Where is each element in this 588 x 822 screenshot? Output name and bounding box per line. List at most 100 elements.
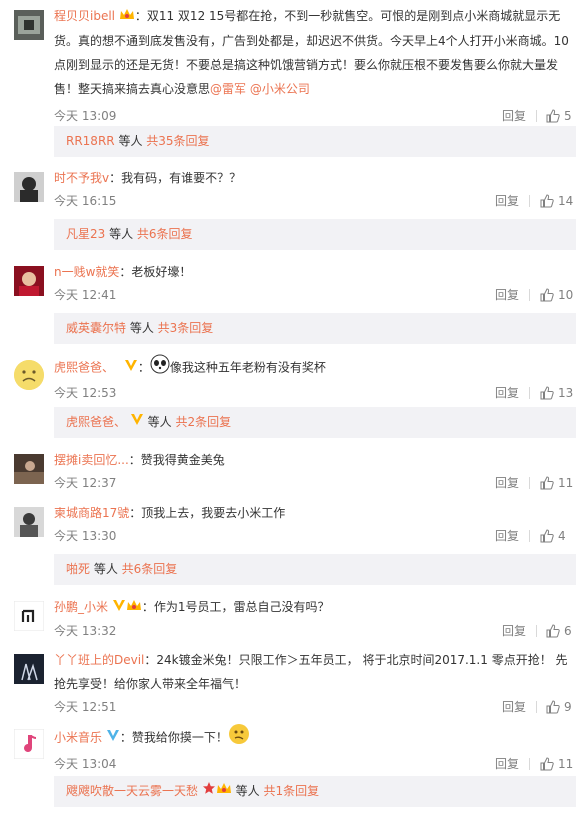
avatar[interactable] [14, 601, 44, 631]
thumbs-up-icon [540, 288, 554, 302]
avatar[interactable] [14, 10, 44, 40]
like-button[interactable]: 4 [540, 525, 566, 547]
reply-button[interactable]: 回复 [495, 753, 519, 775]
like-count: 9 [564, 700, 572, 714]
comment-text: 程贝贝ibell ：双11 双12 15号都在抢，不到一秒就售空。可恨的是刚到点… [54, 4, 576, 101]
username-link[interactable]: n一贱w就笑 [54, 265, 119, 279]
username-link[interactable]: 小米音乐 [54, 731, 102, 745]
reply-button[interactable]: 回复 [502, 696, 526, 718]
sub-replies[interactable]: 飕飕吹散一天云雾一天愁 等人 共1条回复 [54, 776, 576, 807]
comment-time: 今天 16:15 [54, 194, 117, 208]
avatar[interactable] [14, 266, 44, 296]
like-button[interactable]: 10 [540, 284, 573, 306]
like-button[interactable]: 11 [540, 753, 573, 775]
sub-replies[interactable]: 威英囊尔特 等人 共3条回复 [54, 313, 576, 344]
avatar[interactable] [14, 172, 44, 202]
sub-reply-count[interactable]: 共3条回复 [158, 321, 214, 335]
avatar-image [14, 454, 44, 484]
mention-link[interactable]: @小米公司 [250, 82, 310, 96]
sub-reply-count[interactable]: 共6条回复 [122, 562, 178, 576]
divider [529, 387, 530, 399]
comment-text: 虎熙爸爸、 ： 像我这种五年老粉有没有奖杯 [54, 354, 576, 382]
like-button[interactable]: 6 [546, 620, 572, 642]
sub-replies[interactable]: 虎熙爸爸、 等人 共2条回复 [54, 407, 576, 438]
comment-body: ：老板好壕！ [119, 265, 192, 279]
divider [529, 289, 530, 301]
divider [529, 477, 530, 489]
reply-button[interactable]: 回复 [495, 382, 519, 404]
verified-v-icon [106, 726, 120, 750]
like-button[interactable]: 13 [540, 382, 573, 404]
sub-replies[interactable]: 啪死 等人 共6条回复 [54, 554, 576, 585]
sub-reply-count[interactable]: 共6条回复 [137, 227, 193, 241]
reply-button[interactable]: 回复 [495, 190, 519, 212]
reply-button[interactable]: 回复 [502, 620, 526, 642]
comment-text: 摆摊i卖回忆...：赞我得黄金美兔 [54, 448, 576, 472]
like-count: 10 [558, 288, 574, 302]
comment-text: 丫丫班上的Devil：24k镀金米兔！只限工作＞五年员工， 将于北京时间2017… [54, 648, 576, 696]
username-link[interactable]: 孙鹏_小米 [54, 600, 108, 614]
sub-reply-mid: 等人 [90, 562, 122, 576]
username-link[interactable]: 柬城商路17號 [54, 506, 129, 520]
sub-reply-user[interactable]: 威英囊尔特 [66, 321, 126, 335]
username-link[interactable]: 摆摊i卖回忆... [54, 453, 129, 467]
star-badge-icon [202, 776, 216, 807]
sub-reply-user[interactable]: 凡星23 [66, 227, 105, 241]
verified-v-icon [130, 407, 144, 438]
sub-replies[interactable]: RR18RR 等人 共35条回复 [54, 126, 576, 157]
username-link[interactable]: 时不予我v [54, 171, 109, 185]
thumbs-up-icon [540, 476, 554, 490]
like-count: 6 [564, 623, 572, 638]
sub-reply-mid: 等人 [105, 227, 137, 241]
sub-reply-count[interactable]: 共35条回复 [146, 134, 209, 148]
sub-reply-user[interactable]: RR18RR [66, 134, 115, 148]
sub-reply-count[interactable]: 共2条回复 [175, 415, 231, 429]
sub-reply-user[interactable]: 虎熙爸爸、 [66, 415, 126, 429]
avatar[interactable] [14, 729, 44, 759]
like-button[interactable]: 14 [540, 190, 573, 212]
avatar[interactable] [14, 507, 44, 537]
divider [536, 701, 537, 713]
comment-body: ：赞我给你摸一下！ [119, 730, 228, 745]
mi-logo-avatar [14, 601, 44, 631]
music-note-avatar [14, 729, 44, 759]
mention-link[interactable]: @雷军 [210, 82, 246, 96]
comment-text: 柬城商路17號：顶我上去，我要去小米工作 [54, 501, 576, 525]
sub-reply-count[interactable]: 共1条回复 [263, 784, 319, 798]
reply-button[interactable]: 回复 [502, 105, 526, 127]
sub-reply-user[interactable]: 啪死 [66, 562, 90, 576]
thumbs-up-icon [546, 108, 560, 122]
thumbs-up-icon [540, 529, 554, 543]
username-link[interactable]: 丫丫班上的Devil [54, 653, 144, 667]
like-button[interactable]: 11 [540, 472, 573, 494]
username-link[interactable]: 虎熙爸爸、 [54, 361, 114, 375]
avatar-image [14, 654, 44, 684]
sub-reply-mid: 等人 [126, 321, 158, 335]
reply-button[interactable]: 回复 [495, 284, 519, 306]
comment-text: 孙鹏_小米 ：作为1号员工，雷总自己没有吗？ [54, 595, 576, 620]
thinking-emoji-icon [228, 723, 250, 753]
sub-reply-mid: 等人 [231, 784, 264, 798]
avatar[interactable] [14, 454, 44, 484]
comment-body: ：作为1号员工，雷总自己没有吗？ [141, 600, 330, 614]
comment-body: 像我这种五年老粉有没有奖杯 [169, 360, 326, 375]
sub-reply-user[interactable]: 飕飕吹散一天云雾一天愁 [66, 784, 198, 798]
divider [529, 195, 530, 207]
panda-emoji-icon [150, 354, 170, 382]
like-button[interactable]: 5 [546, 105, 572, 127]
comment-body: ：我有码，有谁要不？？ [109, 171, 242, 185]
username-link[interactable]: 程贝贝ibell [54, 9, 115, 23]
thumbs-up-icon [546, 623, 560, 637]
comment-time: 今天 12:37 [54, 476, 117, 490]
like-count: 5 [564, 108, 572, 123]
comment-time: 今天 13:30 [54, 529, 117, 543]
sub-replies[interactable]: 凡星23 等人 共6条回复 [54, 219, 576, 250]
sub-reply-mid: 等人 [143, 415, 176, 429]
avatar[interactable] [14, 654, 44, 684]
comment-time: 今天 12:51 [54, 700, 117, 714]
thumbs-up-icon [540, 757, 554, 771]
like-button[interactable]: 9 [546, 696, 572, 718]
reply-button[interactable]: 回复 [495, 525, 519, 547]
reply-button[interactable]: 回复 [495, 472, 519, 494]
avatar[interactable] [14, 360, 44, 390]
